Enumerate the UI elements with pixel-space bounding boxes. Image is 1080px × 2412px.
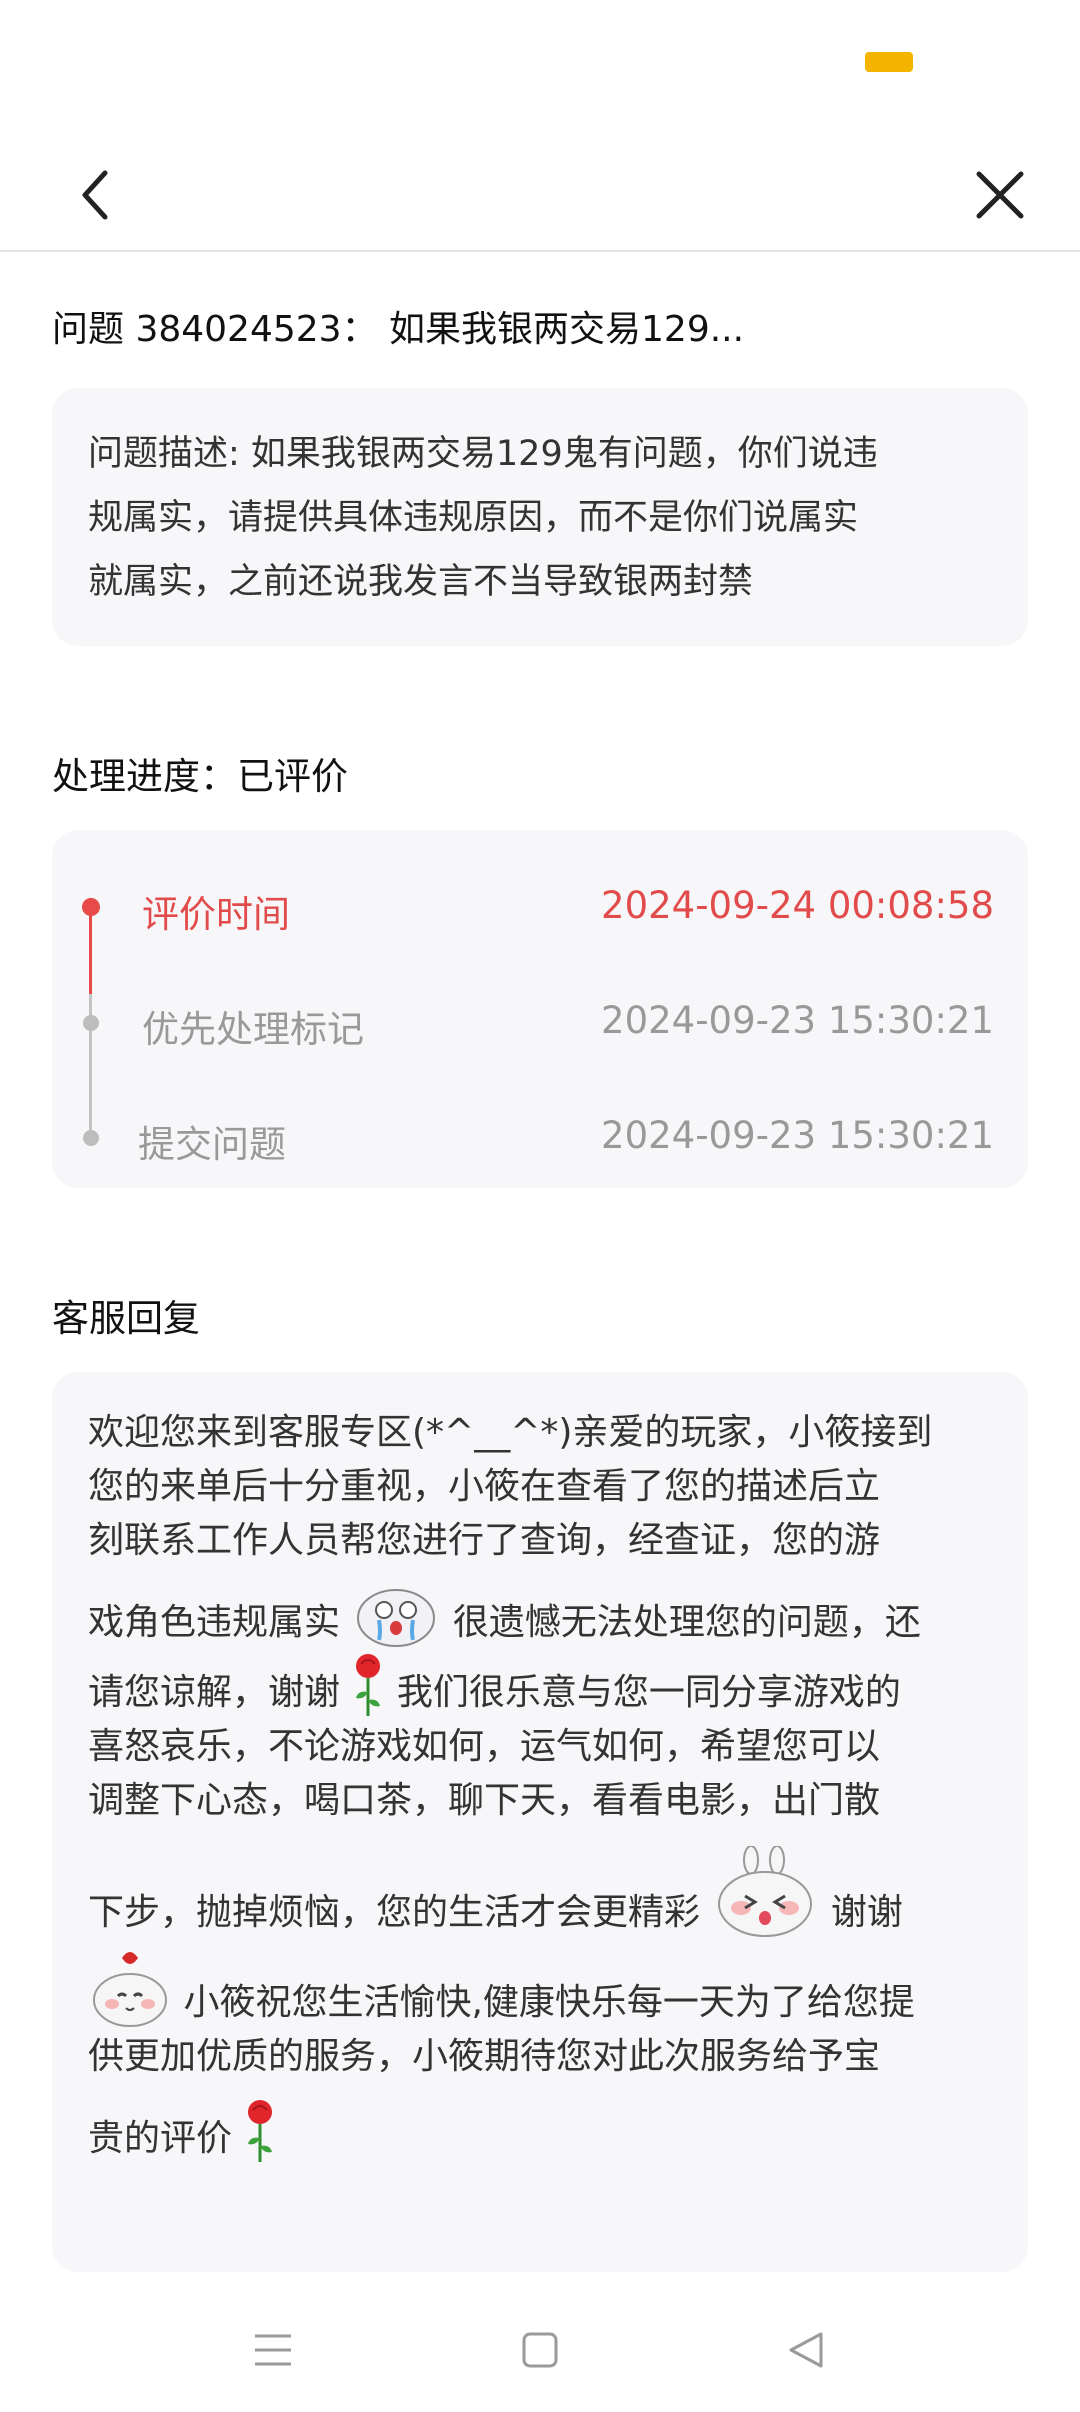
- progress-timeline: 评价时间 2024-09-24 00:08:58 优先处理标记 2024-09-…: [52, 830, 1028, 1188]
- status-indicator: [865, 52, 913, 72]
- close-icon: [976, 171, 1024, 219]
- step-time: 2024-09-24 00:08:58: [601, 884, 994, 927]
- dumpling-emoji-icon: [93, 1952, 167, 2027]
- reply-text: 很遗憾无法处理您的问题，还: [452, 1602, 921, 1643]
- square-icon: [522, 2332, 558, 2368]
- rose-icon: [248, 2100, 273, 2162]
- reply-text: 谢谢: [830, 1892, 903, 1933]
- description-line: 就属实，之前还说我发言不当导致银两封禁: [88, 562, 754, 602]
- reply-line: 您的来单后十分重视，小筱在查看了您的描述后立: [88, 1466, 881, 1507]
- description-line: 规属实，请提供具体违规原因，而不是你们说属实: [88, 498, 859, 538]
- reply-text: 贵的评价: [88, 2118, 233, 2159]
- timeline-step: 提交问题 2024-09-23 15:30:21: [52, 1100, 1028, 1180]
- timeline-dot-active: [82, 898, 100, 916]
- timeline-step: 优先处理标记 2024-09-23 15:30:21: [52, 985, 1028, 1065]
- step-label: 评价时间: [142, 893, 290, 936]
- reply-line: 请您谅解，谢谢 我们很乐意与您一同分享游戏的: [88, 1650, 992, 1720]
- step-label: 提交问题: [138, 1123, 286, 1166]
- reply-text: 下步，抛掉烦恼，您的生活才会更精彩: [88, 1892, 701, 1933]
- question-title: 问题 384024523： 如果我银两交易129...: [52, 309, 745, 350]
- rose-icon: [356, 1654, 381, 1716]
- reply-line: 供更加优质的服务，小筱期待您对此次服务给予宝: [88, 2036, 881, 2077]
- nav-menu-button[interactable]: [243, 2320, 303, 2380]
- reply-title: 客服回复: [52, 1297, 200, 1340]
- nav-back-button[interactable]: [776, 2320, 836, 2380]
- reply-text: 我们很乐意与您一同分享游戏的: [396, 1672, 901, 1713]
- step-time: 2024-09-23 15:30:21: [601, 999, 994, 1042]
- step-time: 2024-09-23 15:30:21: [601, 1114, 994, 1157]
- reply-line: 贵的评价: [88, 2096, 992, 2166]
- reply-line: 戏角色违规属实 很遗憾无法处理您的问题，还: [88, 1580, 992, 1650]
- triangle-back-icon: [789, 2332, 823, 2368]
- nav-home-button[interactable]: [510, 2320, 570, 2380]
- chevron-left-icon: [82, 170, 108, 220]
- top-bar: [0, 100, 1080, 252]
- reply-line: 刻联系工作人员帮您进行了查询，经查证，您的游: [88, 1520, 881, 1561]
- description-line: 问题描述: 如果我银两交易129鬼有问题，你们说违: [88, 434, 878, 474]
- reply-line: 小筱祝您生活愉快,健康快乐每一天为了给您提: [88, 1946, 992, 2030]
- close-button[interactable]: [960, 155, 1040, 235]
- rabbit-emoji-icon: [718, 1846, 813, 1937]
- reply-line: 喜怒哀乐，不论游戏如何，运气如何，希望您可以: [88, 1726, 881, 1767]
- reply-line: 调整下心态，喝口茶，聊下天，看看电影，出门散: [88, 1780, 881, 1821]
- menu-icon: [255, 2334, 291, 2366]
- system-navigation-bar: [0, 2280, 1080, 2412]
- reply-card: 欢迎您来到客服专区(*^__^*)亲爱的玩家，小筱接到 您的来单后十分重视，小筱…: [52, 1372, 1028, 2272]
- reply-text: 请您谅解，谢谢: [88, 1672, 341, 1713]
- reply-text: 小筱祝您生活愉快,健康快乐每一天为了给您提: [183, 1982, 915, 2023]
- question-description-card: 问题描述: 如果我银两交易129鬼有问题，你们说违 规属实，请提供具体违规原因，…: [52, 388, 1028, 646]
- reply-line: 欢迎您来到客服专区(*^__^*)亲爱的玩家，小筱接到: [88, 1412, 933, 1453]
- crying-emoji-icon: [357, 1589, 436, 1647]
- timeline-dot: [83, 1130, 99, 1146]
- reply-text: 戏角色违规属实: [88, 1602, 341, 1643]
- progress-title: 处理进度：已评价: [52, 755, 348, 798]
- step-label: 优先处理标记: [142, 1008, 364, 1051]
- timeline-dot: [83, 1015, 99, 1031]
- timeline-step: 评价时间 2024-09-24 00:08:58: [52, 870, 1028, 950]
- back-button[interactable]: [55, 155, 135, 235]
- reply-line: 下步，抛掉烦恼，您的生活才会更精彩 谢谢: [88, 1846, 992, 1940]
